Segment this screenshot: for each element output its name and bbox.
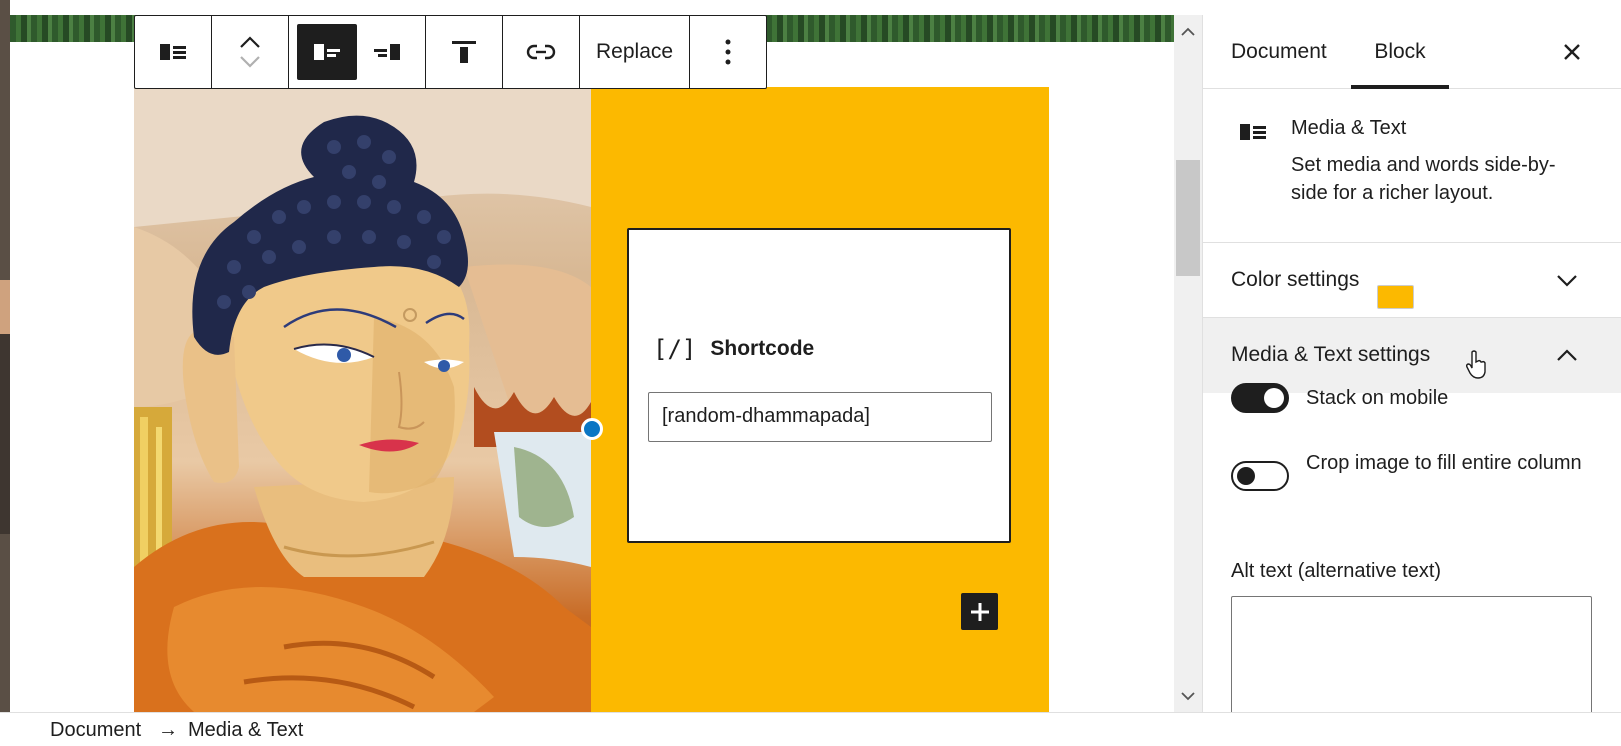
buddha-statue-image[interactable]	[134, 87, 591, 712]
block-card: Media & Text Set media and words side-by…	[1203, 89, 1621, 243]
media-text-content-column[interactable]: [/] Shortcode [random-dhammapada]	[591, 87, 1049, 712]
alt-text-label: Alt text (alternative text)	[1231, 560, 1442, 582]
scroll-down-icon	[1181, 691, 1195, 700]
plus-icon	[970, 602, 989, 621]
shortcode-label: Shortcode	[710, 337, 815, 360]
block-type-group	[135, 16, 212, 88]
media-text-settings-header[interactable]: Media & Text settings	[1203, 318, 1621, 393]
block-toolbar: Replace	[134, 15, 768, 89]
vertical-align-group	[426, 16, 503, 88]
color-settings-title: Color settings	[1231, 268, 1360, 291]
sidebar-collapse-tab[interactable]	[0, 280, 10, 334]
tab-block[interactable]: Block	[1351, 15, 1449, 89]
block-mover	[220, 24, 280, 80]
tab-document[interactable]: Document	[1231, 15, 1327, 89]
shortcode-block[interactable]: [/] Shortcode [random-dhammapada]	[627, 228, 1011, 543]
close-icon	[1564, 44, 1580, 60]
block-card-description: Set media and words side-by-side for a r…	[1291, 154, 1556, 204]
tab-block-label: Block	[1374, 40, 1426, 63]
close-sidebar-button[interactable]	[1553, 33, 1591, 71]
more-options-button[interactable]	[698, 24, 758, 80]
buddha-illustration	[134, 87, 591, 712]
add-block-button[interactable]	[961, 593, 998, 630]
block-type-button[interactable]	[143, 24, 203, 80]
more-group	[690, 16, 766, 88]
link-icon	[526, 44, 556, 60]
hand-cursor-icon	[1466, 350, 1486, 379]
left-edge-strip	[0, 0, 10, 746]
color-indicator-swatch	[1377, 285, 1414, 309]
media-text-block[interactable]: [/] Shortcode [random-dhammapada]	[134, 87, 1049, 712]
crop-image-toggle[interactable]	[1231, 461, 1289, 491]
alt-text-textarea[interactable]	[1231, 596, 1592, 712]
block-breadcrumb: Document → Media & Text	[0, 712, 1621, 746]
align-top-icon	[452, 41, 476, 63]
scroll-up-arrow[interactable]	[1178, 21, 1198, 41]
media-left-button[interactable]	[297, 24, 357, 80]
scroll-down-arrow[interactable]	[1178, 686, 1198, 706]
media-text-icon	[160, 44, 186, 60]
more-vertical-icon	[725, 39, 731, 65]
replace-group: Replace	[580, 16, 691, 88]
crop-image-label: Crop image to fill entire column	[1306, 452, 1582, 474]
replace-button[interactable]: Replace	[588, 24, 681, 80]
stack-on-mobile-toggle[interactable]	[1231, 383, 1289, 413]
scroll-up-icon	[1181, 27, 1195, 36]
pull-left-icon	[314, 44, 340, 60]
settings-sidebar: Document Block Media & Text Set media an…	[1202, 15, 1621, 712]
media-width-resize-handle[interactable]	[581, 418, 603, 440]
media-text-icon	[1240, 124, 1266, 140]
breadcrumb-current[interactable]: Media & Text	[188, 719, 303, 742]
breadcrumb-document[interactable]: Document	[50, 719, 141, 742]
left-edge-shadow	[0, 334, 10, 534]
mover-group	[212, 16, 289, 88]
block-card-title: Media & Text	[1291, 117, 1407, 139]
shortcode-input[interactable]: [random-dhammapada]	[648, 392, 992, 442]
vertical-align-button[interactable]	[434, 24, 494, 80]
link-button[interactable]	[511, 24, 571, 80]
chevron-up-icon	[1557, 349, 1577, 361]
chevron-down-icon	[1557, 275, 1577, 287]
breadcrumb-separator: →	[158, 719, 178, 741]
media-text-settings-title: Media & Text settings	[1231, 343, 1431, 366]
chevron-down-icon[interactable]	[239, 55, 261, 69]
toggle-knob	[1237, 467, 1255, 485]
media-position-group	[289, 16, 426, 88]
color-settings-panel[interactable]: Color settings	[1203, 243, 1621, 318]
media-right-button[interactable]	[357, 24, 417, 80]
toggle-knob	[1264, 388, 1284, 408]
stack-on-mobile-label: Stack on mobile	[1306, 387, 1449, 409]
canvas-scrollbar[interactable]	[1174, 15, 1202, 712]
shortcode-header: [/] Shortcode	[653, 335, 814, 363]
link-group	[503, 16, 580, 88]
pull-right-icon	[374, 44, 400, 60]
sidebar-tabs: Document Block	[1203, 15, 1621, 89]
shortcode-icon: [/]	[653, 335, 697, 363]
chevron-up-icon[interactable]	[239, 35, 261, 49]
scrollbar-thumb[interactable]	[1176, 160, 1200, 276]
